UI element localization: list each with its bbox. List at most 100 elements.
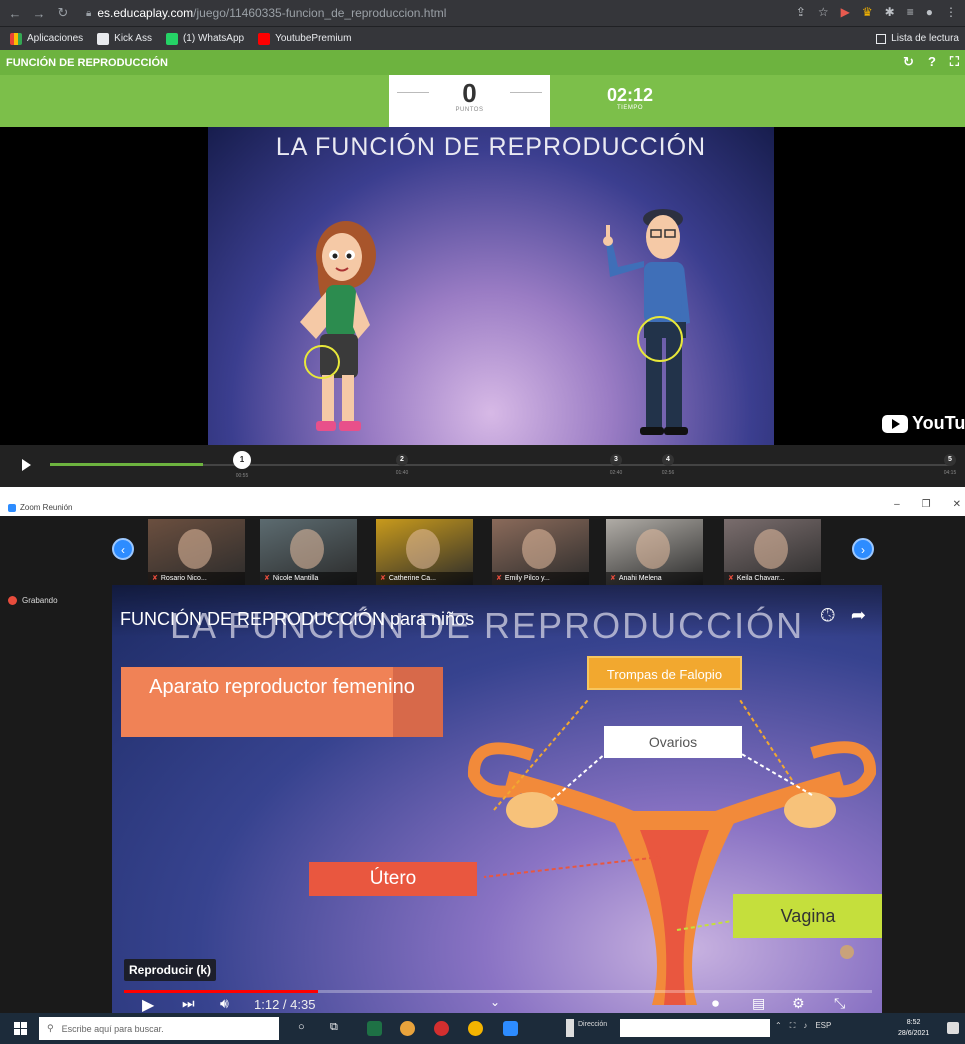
chevron-down-icon[interactable]: ⌄ — [490, 995, 500, 1009]
settings-icon[interactable]: ⚙ — [792, 995, 805, 1012]
marker-number: 5 — [944, 454, 956, 466]
timer-value: 02:12 — [606, 85, 654, 105]
bookmark-whatsapp[interactable]: (1) WhatsApp — [165, 32, 244, 45]
subtitles-icon[interactable]: ▤ — [752, 995, 765, 1012]
zoom-app-icon — [8, 503, 16, 512]
system-tray: ⌃ ⛶ ♪ ESP — [775, 1021, 831, 1031]
network-icon[interactable]: ⛶ — [790, 1021, 796, 1031]
help-icon[interactable]: ? — [928, 54, 936, 70]
cortana-icon[interactable]: ○ — [298, 1021, 305, 1033]
timeline-marker[interactable]: 2 01:40 — [382, 454, 422, 476]
label-utero: Útero — [309, 862, 477, 896]
url-path: /juego/11460335-funcion_de_reproduccion.… — [193, 6, 447, 20]
profile-icon[interactable]: ● — [926, 5, 933, 19]
url-field[interactable]: 🔒︎ es.educaplay.com/juego/11460335-funci… — [86, 6, 446, 20]
timeline-marker[interactable]: 5 04:15 — [930, 454, 965, 476]
reproductive-diagram — [467, 699, 877, 1005]
timer-label: TIEMPO — [616, 105, 643, 111]
tray-chevron-icon[interactable]: ⌃ — [775, 1021, 782, 1031]
participant-video — [636, 529, 670, 569]
language-indicator[interactable]: ESP — [815, 1021, 831, 1031]
recording-indicator[interactable]: Grabando — [8, 596, 58, 605]
video-frame[interactable]: LA FUNCIÓN DE REPRODUCCIÓN — [208, 127, 774, 445]
taskbar-search[interactable]: ⚲ Escribe aquí para buscar. — [39, 1017, 279, 1040]
notifications-icon[interactable] — [947, 1022, 959, 1034]
participant-thumbnail[interactable]: ✘ Rosario Nico... — [148, 519, 245, 585]
label-vagina: Vagina — [733, 894, 882, 938]
youtube-logo[interactable]: YouTube — [882, 413, 965, 434]
play-icon[interactable] — [22, 459, 31, 471]
task-view-icon[interactable]: ⧉ — [330, 1021, 338, 1034]
zoom-taskbar-icon[interactable] — [503, 1021, 518, 1036]
marker-time: 02:40 — [609, 470, 623, 476]
timer: 02:12 TIEMPO — [595, 85, 665, 111]
participant-video — [178, 529, 212, 569]
minimize-icon[interactable]: – — [894, 499, 900, 510]
participant-thumbnail[interactable]: ✘ Keila Chavarr... — [724, 519, 821, 585]
muted-mic-icon: ✘ — [728, 575, 734, 582]
restart-icon[interactable]: ↻ — [903, 54, 914, 70]
chrome-icon[interactable] — [400, 1021, 415, 1036]
reading-list-icon — [876, 33, 887, 44]
address-input[interactable] — [620, 1019, 770, 1037]
timeline-marker[interactable]: 3 02:40 — [596, 454, 636, 476]
participant-name: ✘ Emily Pilco y... — [492, 572, 589, 585]
youtube-icon — [258, 32, 271, 45]
score-card: 0 PUNTOS — [389, 75, 550, 127]
marker-time: 02:56 — [661, 470, 675, 476]
volume-icon[interactable]: ♪ — [803, 1021, 807, 1031]
extension-icon[interactable]: ▶ — [841, 5, 850, 19]
next-button[interactable]: ⏭ — [182, 995, 195, 1012]
participant-gallery: ‹ ✘ Rosario Nico... ✘ Nicole Mantilla ✘ Cathe… — [112, 516, 882, 586]
url-host: es.educaplay.com — [97, 6, 194, 20]
reading-list-button[interactable]: Lista de lectura — [876, 33, 959, 44]
gallery-next-button[interactable]: › — [852, 538, 874, 560]
timeline-marker[interactable]: 4 02:56 — [648, 454, 688, 476]
exit-fullscreen-icon[interactable]: ⤡ — [834, 995, 845, 1012]
puzzle-icon[interactable]: ✱ — [885, 5, 895, 19]
windows-start-icon[interactable] — [14, 1022, 27, 1035]
marker-number: 2 — [396, 454, 408, 466]
bookmark-apps[interactable]: Aplicaciones — [10, 32, 83, 45]
zoom-window-title: Zoom Reunión — [20, 503, 73, 512]
forward-icon[interactable]: → — [32, 6, 46, 21]
opera-icon[interactable] — [434, 1021, 449, 1036]
menu-icon[interactable]: ⋮ — [945, 5, 957, 19]
shared-video[interactable]: LA FUNCIÓN DE REPRODUCCIÓN FUNCIÓN DE RE… — [112, 585, 882, 1013]
bookmark-kickass[interactable]: Kick Ass — [97, 32, 152, 45]
fullscreen-icon[interactable]: ⛶ — [950, 54, 959, 70]
media-icon[interactable]: ≡ — [907, 5, 914, 19]
muted-mic-icon: ✘ — [152, 575, 158, 582]
participant-thumbnail[interactable]: ✘ Catherine Ca... — [376, 519, 473, 585]
scroll-handle[interactable] — [566, 1019, 574, 1037]
participant-name: ✘ Anahi Melena — [606, 572, 703, 585]
taskbar-clock[interactable]: 8:52 28/6/2021 — [898, 1017, 929, 1039]
kickass-icon — [97, 32, 110, 45]
play-button[interactable]: ▶ — [142, 995, 154, 1013]
youtube-controls: ▶ ⏭ 🔊︎ 1:12 / 4:35 ⌄ ⏺ ▤ ⚙ ⤡ — [112, 995, 882, 1013]
restore-icon[interactable]: ❐ — [922, 499, 931, 510]
crown-extension-icon[interactable]: ♛ — [862, 5, 873, 19]
volume-icon[interactable]: 🔊︎ — [220, 995, 229, 1012]
channel-avatar[interactable] — [840, 945, 854, 959]
excel-icon[interactable] — [367, 1021, 382, 1036]
timeline-marker[interactable]: 1 00:55 — [222, 451, 262, 479]
whatsapp-icon — [165, 32, 178, 45]
participant-video — [522, 529, 556, 569]
close-icon[interactable]: ✕ — [953, 499, 961, 510]
bookmark-youtube[interactable]: YoutubePremium — [258, 32, 351, 45]
marker-time: 01:40 — [395, 470, 409, 476]
participant-thumbnail[interactable]: ✘ Nicole Mantilla — [260, 519, 357, 585]
chrome-alt-icon[interactable] — [468, 1021, 483, 1036]
autoplay-toggle[interactable]: ⏺ — [712, 995, 719, 1012]
participant-thumbnail[interactable]: ✘ Emily Pilco y... — [492, 519, 589, 585]
bookmark-star-icon[interactable]: ☆ — [818, 5, 829, 19]
share-icon[interactable]: ⇪ — [796, 5, 806, 19]
video-time: 1:12 / 4:35 — [254, 997, 316, 1012]
label-ovarios: Ovarios — [604, 726, 742, 758]
back-icon[interactable]: ← — [8, 6, 22, 21]
reload-icon[interactable]: ↻ — [56, 5, 70, 21]
participant-thumbnail[interactable]: ✘ Anahi Melena — [606, 519, 703, 585]
game-timeline: 1 00:55 2 01:40 3 02:40 4 02:56 5 04:15 — [0, 445, 965, 487]
gallery-prev-button[interactable]: ‹ — [112, 538, 134, 560]
